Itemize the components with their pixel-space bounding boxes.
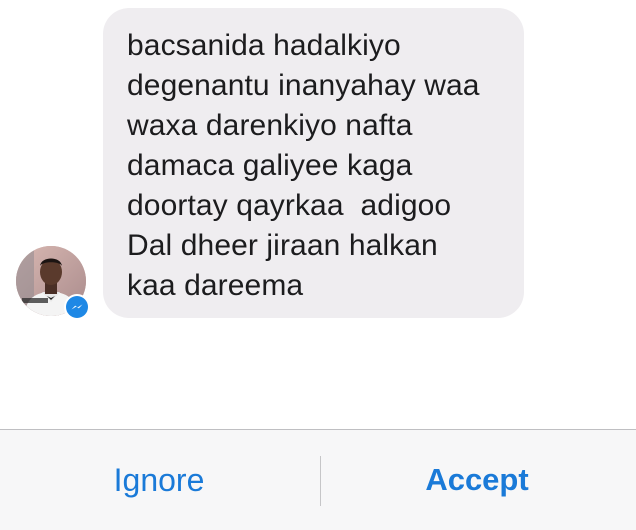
message-request-screen: bacsanida hadalkiyo degenantu inanyahay …	[0, 0, 636, 530]
messenger-badge	[64, 294, 90, 320]
message-line: kaa dareema	[127, 269, 304, 302]
message-line: doortay qayrkaa adigoo	[127, 189, 452, 222]
message-line: degenantu inanyahay waa	[127, 69, 480, 102]
accept-button[interactable]: Accept	[318, 430, 636, 530]
messenger-icon	[66, 296, 88, 318]
message-line: Dal dheer jiraan halkan	[127, 229, 438, 262]
request-action-bar: Ignore Accept	[0, 429, 636, 530]
message-area: bacsanida hadalkiyo degenantu inanyahay …	[0, 0, 636, 429]
message-line: damaca galiyee kaga	[127, 149, 413, 182]
message-line: bacsanida hadalkiyo	[127, 29, 401, 62]
message-bubble[interactable]: bacsanida hadalkiyo degenantu inanyahay …	[103, 8, 524, 318]
sender-avatar-group[interactable]	[16, 246, 90, 320]
ignore-button[interactable]: Ignore	[0, 430, 318, 530]
message-line: waxa darenkiyo nafta	[127, 109, 413, 142]
